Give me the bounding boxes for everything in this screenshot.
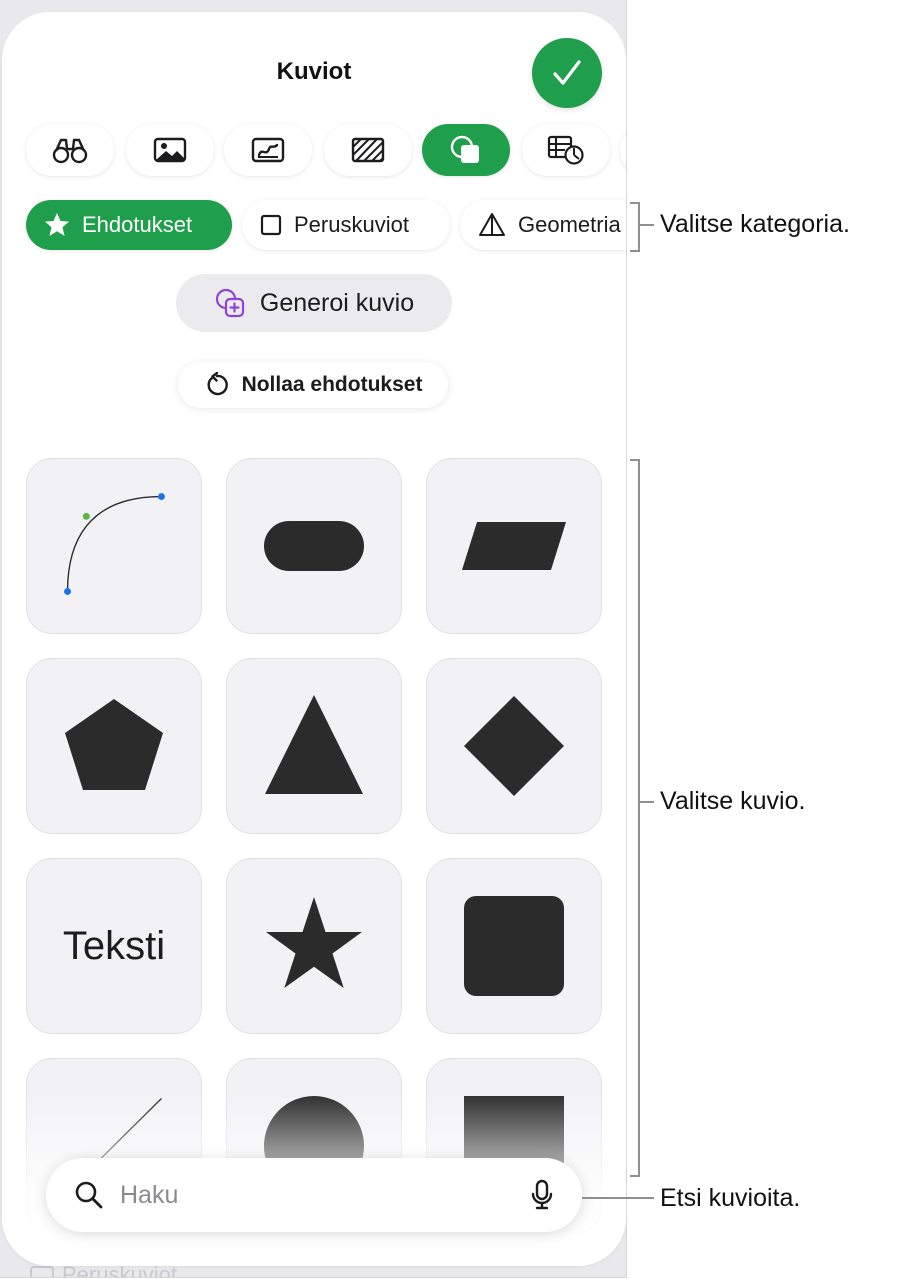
star-icon — [45, 213, 69, 236]
category-label: Geometria — [518, 212, 621, 237]
curve-shape-icon — [64, 493, 165, 595]
pentagon-shape-icon — [65, 699, 163, 790]
category-label: Peruskuviot — [294, 212, 409, 237]
checkmark-icon — [553, 60, 581, 85]
category-bracket — [630, 202, 640, 252]
search-input[interactable] — [118, 1179, 530, 1211]
media-tabs — [2, 124, 626, 178]
shape-bracket — [630, 459, 640, 1177]
generate-shape-button[interactable]: Generoi kuvio — [176, 274, 452, 332]
shape-triangle[interactable] — [226, 658, 402, 834]
category-label: Ehdotukset — [82, 212, 193, 237]
shape-rounded-rectangle[interactable] — [226, 458, 402, 634]
category-peruskuviot[interactable]: Peruskuviot — [242, 200, 450, 250]
shapes-sheet: Kuviot Ehdotukset Peruskuviot Geometria … — [2, 12, 626, 1266]
table-chart-icon — [547, 135, 584, 165]
magnifier-icon — [75, 1181, 103, 1209]
done-button[interactable] — [532, 38, 602, 108]
generate-shape-label: Generoi kuvio — [259, 288, 415, 317]
binoculars-icon — [52, 138, 88, 164]
category-geometria[interactable]: Geometria — [460, 200, 626, 250]
tab-drawing[interactable] — [224, 124, 312, 176]
callout-shape: Valitse kuvio. — [660, 787, 806, 815]
shape-rounded-square[interactable] — [426, 858, 602, 1034]
rounded-square-shape-icon — [464, 896, 564, 996]
pyramid-icon — [479, 213, 505, 236]
reset-suggestions-button[interactable]: Nollaa ehdotukset — [178, 362, 448, 408]
shape-parallelogram[interactable] — [426, 458, 602, 634]
tab-pattern[interactable] — [324, 124, 412, 176]
search-leader — [582, 1197, 654, 1199]
search-bar — [46, 1158, 582, 1232]
pattern-icon — [351, 137, 385, 163]
shapes-icon — [450, 135, 479, 163]
rounded-rectangle-shape-icon — [264, 521, 364, 571]
shape-curve[interactable] — [26, 458, 202, 634]
shape-pentagon[interactable] — [26, 658, 202, 834]
reset-suggestions-label: Nollaa ehdotukset — [241, 373, 423, 396]
ghost-checkbox — [30, 1266, 54, 1277]
category-bar: Ehdotukset Peruskuviot Geometria — [2, 200, 626, 254]
tab-table-chart[interactable] — [522, 124, 610, 176]
callout-category: Valitse kategoria. — [660, 210, 850, 238]
photo-icon — [153, 137, 187, 163]
tab-shapes[interactable] — [422, 124, 510, 176]
square-icon — [260, 214, 282, 236]
category-ehdotukset[interactable]: Ehdotukset — [26, 200, 232, 250]
microphone-icon[interactable] — [530, 1179, 554, 1211]
parallelogram-shape-icon — [462, 522, 566, 570]
shape-leader — [640, 801, 654, 803]
category-leader — [640, 224, 654, 226]
tab-photo[interactable] — [126, 124, 214, 176]
diamond-shape-icon — [464, 696, 564, 796]
shape-diamond[interactable] — [426, 658, 602, 834]
star-shape-icon — [266, 897, 362, 988]
app-frame: Peruskuviot Kuviot Ehdotukset Peruskuvio… — [0, 0, 627, 1278]
shape-text[interactable]: Teksti — [26, 858, 202, 1034]
triangle-shape-icon — [265, 695, 363, 794]
reset-icon — [207, 372, 228, 396]
shape-star[interactable] — [226, 858, 402, 1034]
drawing-icon — [251, 137, 285, 163]
generate-shape-icon — [215, 288, 244, 318]
tab-binoculars[interactable] — [26, 124, 114, 176]
tab-more[interactable] — [620, 124, 626, 176]
callout-search: Etsi kuvioita. — [660, 1184, 801, 1212]
text-shape-label: Teksti — [62, 923, 166, 968]
